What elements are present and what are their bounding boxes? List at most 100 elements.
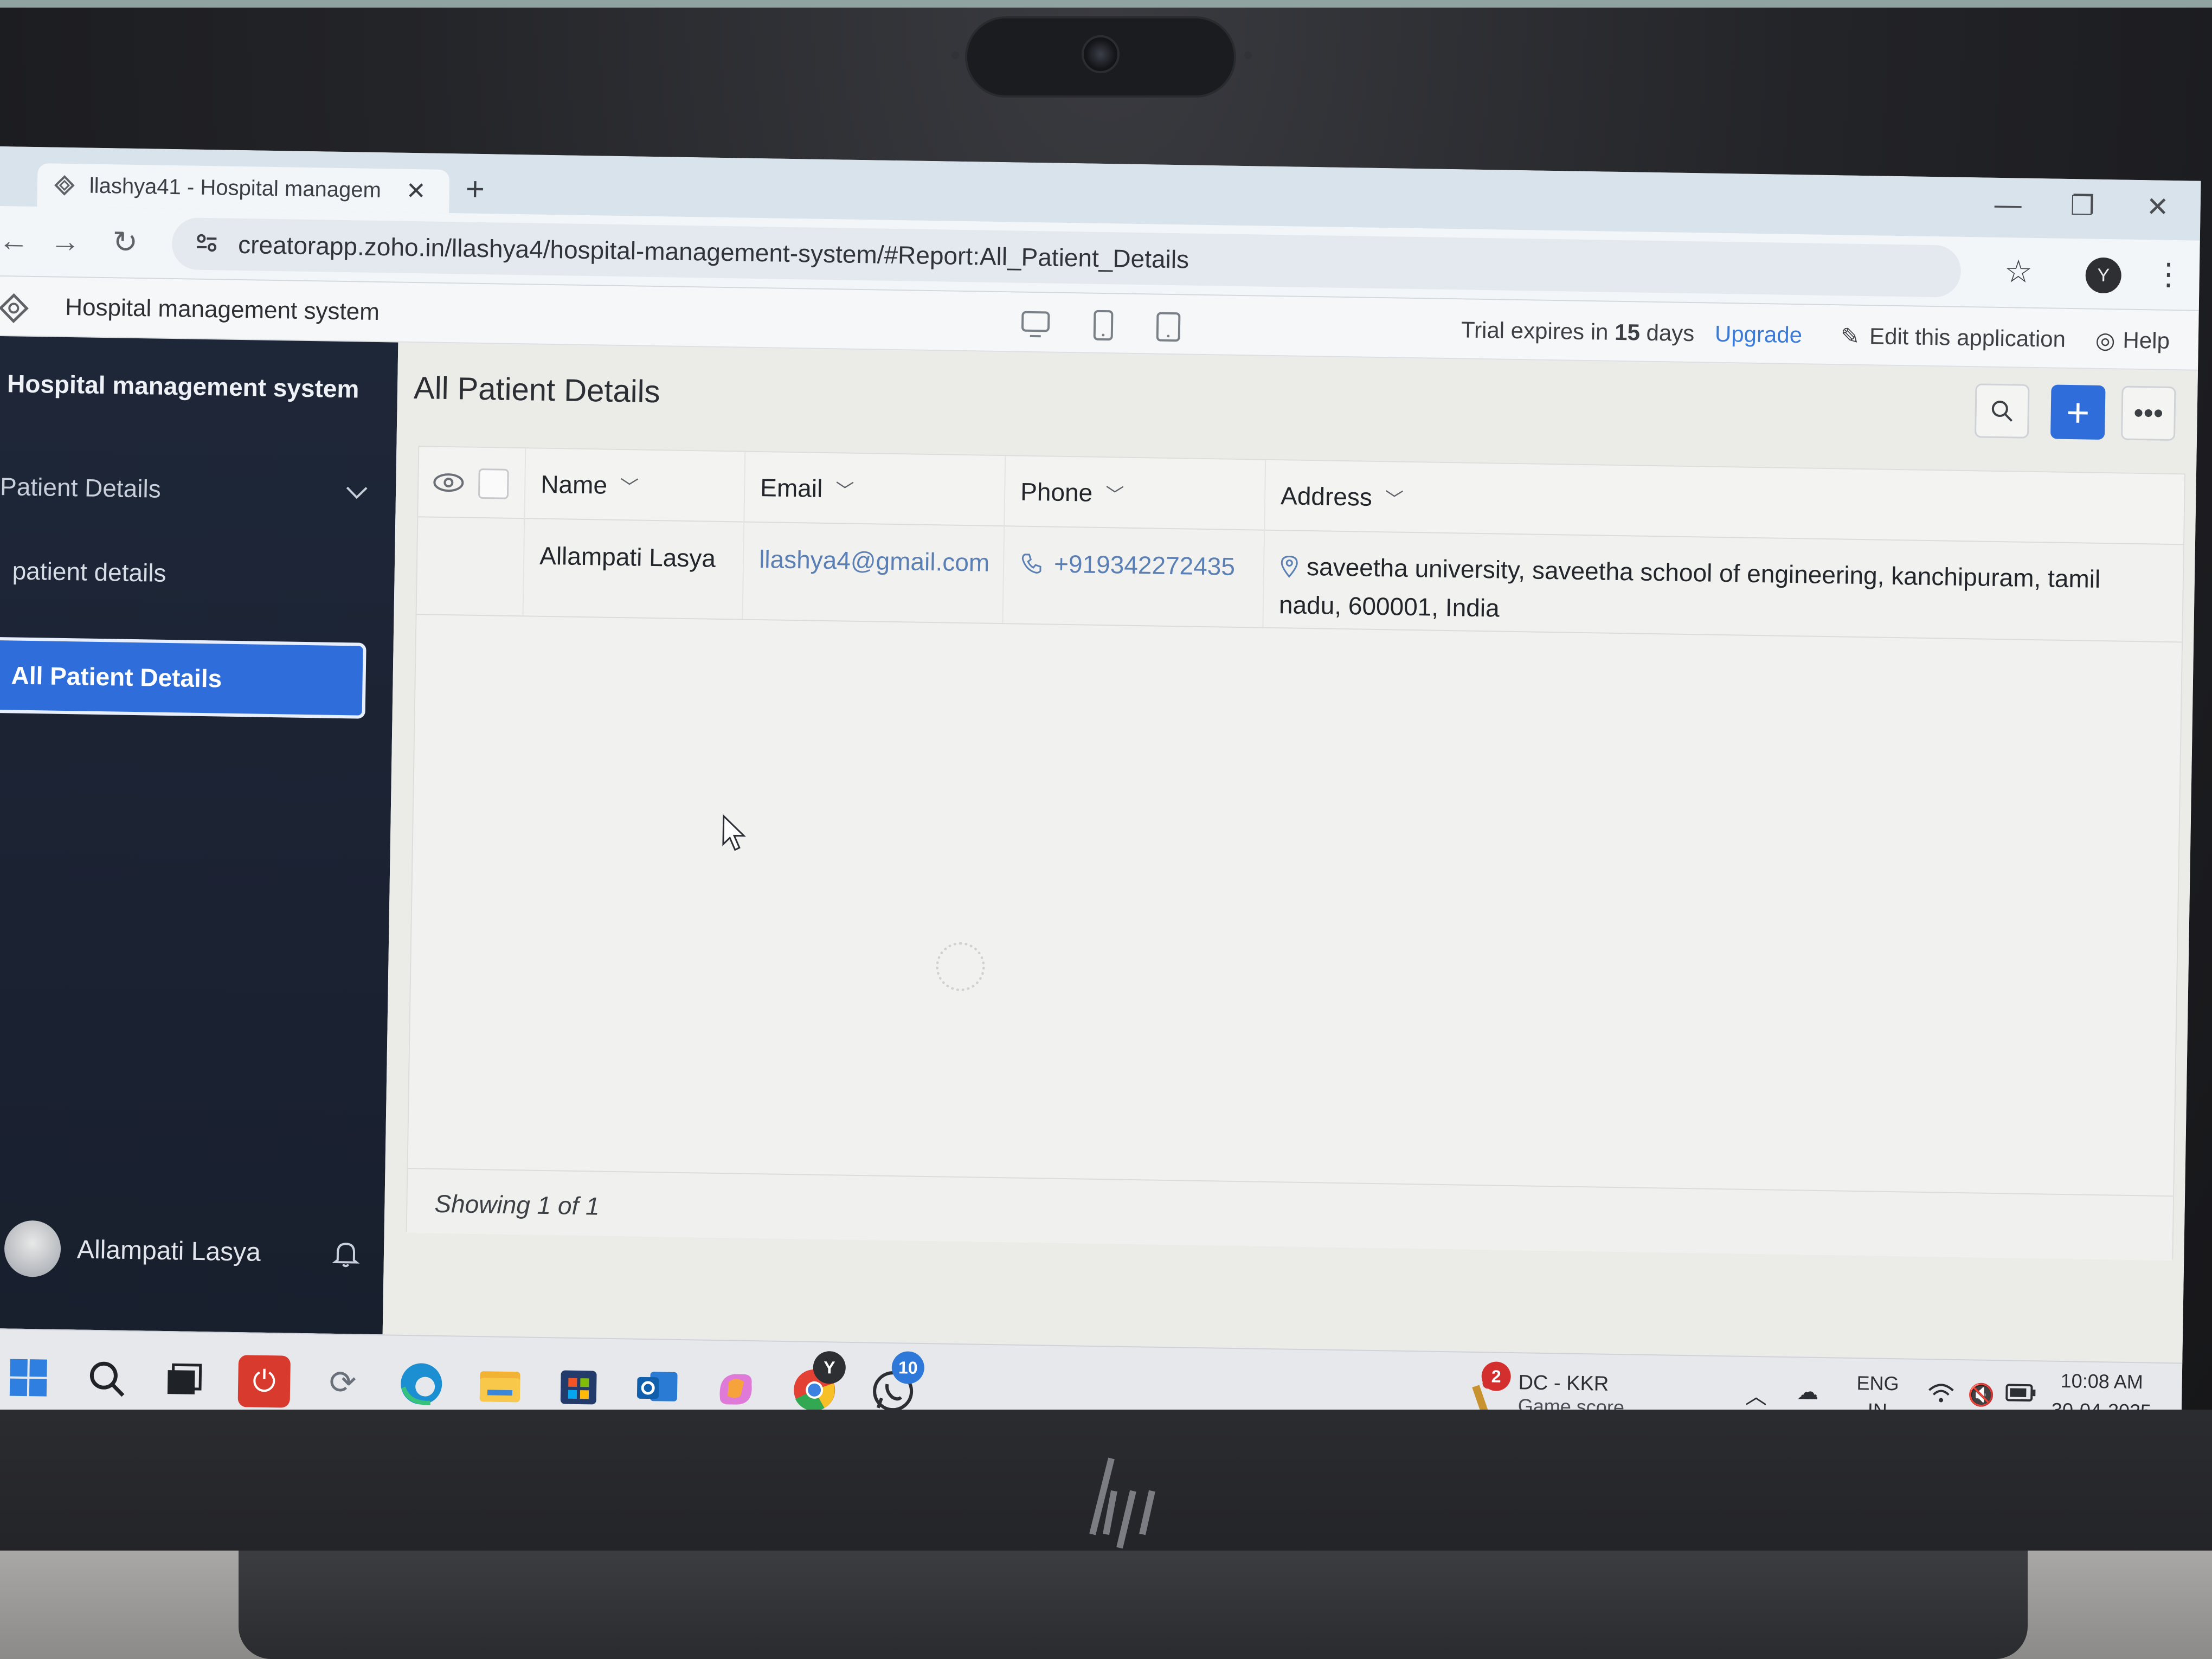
edge-browser-icon[interactable]	[395, 1358, 447, 1410]
column-header-phone[interactable]: Phone ﹀	[1020, 477, 1124, 508]
mobile-view-icon[interactable]	[1152, 310, 1185, 345]
sidebar-app-title: Hospital management system	[7, 369, 359, 403]
lang-top: ENG	[1856, 1372, 1899, 1395]
column-header-name[interactable]: Name ﹀	[541, 470, 639, 500]
cell-address: saveetha university, saveetha school of …	[1278, 547, 2158, 638]
pencil-icon: ✎	[1840, 323, 1860, 349]
cell-phone[interactable]: +919342272435	[1019, 549, 1236, 581]
task-view-icon[interactable]	[157, 1354, 209, 1406]
widget-title: DC - KKR	[1518, 1371, 1609, 1396]
back-arrow-icon[interactable]: ←	[0, 222, 29, 258]
trial-suffix: days	[1646, 319, 1695, 346]
chevron-down-icon: ﹀	[835, 480, 854, 501]
grid-footer: Showing 1 of 1	[407, 1168, 2174, 1261]
show-hidden-icons-chevron-icon[interactable]: ︿	[1745, 1379, 1767, 1411]
file-explorer-icon[interactable]	[473, 1359, 526, 1411]
search-icon	[1991, 401, 2012, 422]
page-title: All Patient Details	[413, 370, 661, 410]
webcam-sensor-right	[1244, 52, 1252, 59]
phone-icon	[1021, 554, 1041, 574]
more-actions-button[interactable]: •••	[2120, 385, 2176, 441]
microsoft-store-icon[interactable]	[552, 1360, 605, 1412]
url-text: creatorapp.zoho.in/llashya4/hospital-man…	[237, 230, 1189, 274]
chevron-down-icon: ﹀	[620, 477, 639, 498]
outlook-icon[interactable]	[631, 1361, 683, 1414]
speaker-muted-icon[interactable]: 🔇	[1967, 1382, 1995, 1408]
sidebar-item-patient-details[interactable]: patient details	[12, 556, 166, 587]
copilot-icon[interactable]	[709, 1362, 762, 1415]
cell-email[interactable]: llashya4@gmail.com	[759, 544, 990, 577]
sidebar: Hospital management system Patient Detai…	[0, 336, 398, 1335]
notification-bell-icon[interactable]	[330, 1237, 363, 1270]
chevron-down-icon: ﹀	[1385, 488, 1404, 510]
upgrade-link[interactable]: Upgrade	[1715, 321, 1803, 349]
record-count: Showing 1 of 1	[434, 1189, 600, 1220]
mouse-cursor-icon	[722, 814, 746, 851]
report-grid: Name ﹀ Email ﹀ Phone ﹀ Address ﹀ Allampa…	[406, 446, 2186, 1261]
help-button[interactable]: ◎ Help	[2095, 327, 2170, 355]
window-close-icon[interactable]: ✕	[2146, 191, 2169, 223]
column-label: Phone	[1020, 477, 1093, 507]
power-app-icon[interactable]: ⏻	[237, 1355, 291, 1408]
address-text: saveetha university, saveetha school of …	[1278, 552, 2101, 622]
edit-application-label: Edit this application	[1869, 323, 2066, 352]
search-button[interactable]	[1975, 383, 2030, 439]
chevron-down-icon: ﹀	[1105, 484, 1124, 506]
add-record-button[interactable]: +	[2050, 384, 2106, 440]
taskbar-search-icon[interactable]	[81, 1353, 133, 1405]
chevron-down-icon	[345, 477, 369, 507]
desktop-view-icon[interactable]	[1019, 308, 1052, 344]
column-header-email[interactable]: Email ﹀	[760, 473, 854, 504]
new-tab-icon[interactable]: +	[465, 170, 485, 208]
whatsapp-unread-badge: 10	[891, 1351, 925, 1385]
sidebar-item-all-patient-details[interactable]: All Patient Details	[0, 636, 366, 719]
tablet-view-icon[interactable]	[1087, 309, 1120, 345]
cell-name: Allampati Lasya	[539, 541, 716, 573]
webcam-lens	[1082, 35, 1120, 73]
screen: llashya41 - Hospital managem ✕ + — ❐ ✕ ←…	[0, 146, 2201, 1482]
column-label: Email	[760, 473, 823, 503]
help-label: Help	[2123, 327, 2170, 353]
zoho-logo-icon	[0, 292, 30, 327]
reload-icon[interactable]: ↻	[112, 224, 138, 260]
select-all-checkbox[interactable]	[478, 468, 509, 499]
chrome-profile-badge: Y	[813, 1351, 846, 1384]
profile-avatar[interactable]: Y	[2085, 257, 2122, 294]
trial-days: 15	[1614, 319, 1641, 345]
trial-notice: Trial expires in 15 days	[1461, 317, 1695, 346]
location-pin-icon	[1281, 555, 1298, 578]
sidebar-user[interactable]: Allampati Lasya	[4, 1220, 363, 1282]
forward-arrow-icon[interactable]: →	[50, 223, 81, 259]
report-panel: All Patient Details + ••• Name ﹀ Email ﹀…	[382, 342, 2198, 1363]
battery-icon[interactable]	[2005, 1382, 2036, 1408]
sidebar-user-name: Allampati Lasya	[76, 1234, 261, 1267]
sidebar-section-label: Patient Details	[0, 472, 162, 503]
onedrive-cloud-icon[interactable]: ☁	[1797, 1379, 1819, 1405]
tab-close-icon[interactable]: ✕	[406, 177, 426, 205]
score-badge: 2	[1481, 1361, 1512, 1392]
windows-start-icon[interactable]	[2, 1351, 55, 1404]
zoho-creator-favicon-icon	[53, 173, 77, 198]
ellipsis-icon: •••	[2133, 397, 2164, 429]
avatar	[4, 1220, 61, 1278]
phone-number: +919342272435	[1053, 549, 1236, 581]
wifi-icon[interactable]	[1927, 1381, 1956, 1411]
clock-time: 10:08 AM	[2060, 1369, 2144, 1393]
sync-app-icon[interactable]: ⟳	[317, 1356, 369, 1409]
trial-prefix: Trial expires in	[1461, 317, 1609, 345]
bookmark-star-icon[interactable]: ☆	[2004, 253, 2033, 290]
browser-menu-icon[interactable]: ⋮	[2153, 256, 2184, 292]
restore-icon[interactable]: ❐	[2070, 190, 2095, 222]
eye-icon[interactable]	[432, 469, 465, 497]
tab-title: llashya41 - Hospital managem	[89, 173, 382, 202]
hp-logo-icon	[1089, 1457, 1155, 1549]
laptop-hinge	[239, 1551, 2028, 1659]
webcam-sensor-left	[951, 52, 959, 59]
header-app-title: Hospital management system	[65, 293, 380, 326]
edit-application-button[interactable]: ✎ Edit this application	[1841, 323, 2066, 353]
minimize-icon[interactable]: —	[1994, 189, 2022, 221]
sidebar-section-patient-details[interactable]: Patient Details	[0, 472, 369, 507]
browser-tab[interactable]: llashya41 - Hospital managem ✕	[37, 163, 450, 214]
site-settings-icon[interactable]	[194, 229, 220, 259]
column-header-address[interactable]: Address ﹀	[1281, 481, 1404, 512]
